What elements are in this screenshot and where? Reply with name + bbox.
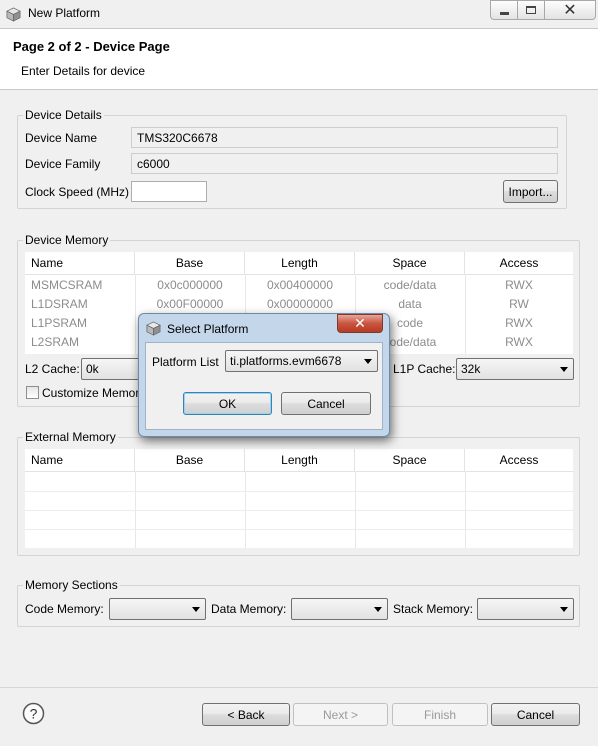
customize-memory-label: Customize Memor bbox=[42, 386, 140, 400]
cell-access: RW bbox=[509, 297, 529, 311]
column-header-base[interactable]: Base bbox=[135, 252, 245, 274]
close-icon: ✕ bbox=[563, 2, 577, 19]
back-button[interactable]: < Back bbox=[202, 703, 290, 726]
column-header-base[interactable]: Base bbox=[135, 449, 245, 471]
dialog-app-icon bbox=[146, 321, 161, 336]
chevron-down-icon bbox=[560, 607, 568, 612]
cell-name: MSMCSRAM bbox=[31, 278, 103, 292]
data-memory-label: Data Memory: bbox=[211, 602, 287, 616]
l1p-cache-label: L1P Cache: bbox=[393, 362, 456, 376]
column-header-space[interactable]: Space bbox=[355, 252, 465, 274]
dialog-body: Platform List ti.platforms.evm6678 OK Ca… bbox=[145, 342, 383, 430]
column-header-space[interactable]: Space bbox=[355, 449, 465, 471]
cell-space: code/data bbox=[383, 278, 437, 292]
cell-name: L1DSRAM bbox=[31, 297, 88, 311]
column-header-length[interactable]: Length bbox=[245, 252, 355, 274]
clock-speed-label: Clock Speed (MHz) bbox=[25, 185, 130, 199]
next-button-label: Next > bbox=[322, 707, 358, 722]
cell-base: 0x0c000000 bbox=[157, 278, 223, 292]
column-header-access[interactable]: Access bbox=[465, 252, 573, 274]
external-memory-label: External Memory bbox=[23, 430, 118, 444]
finish-button[interactable]: Finish bbox=[392, 703, 488, 726]
header-divider bbox=[25, 274, 573, 275]
minimize-button[interactable] bbox=[490, 0, 518, 20]
back-button-label: < Back bbox=[227, 707, 265, 722]
cancel-button[interactable]: Cancel bbox=[491, 703, 580, 726]
grid-line bbox=[25, 510, 573, 511]
customize-memory-checkbox[interactable] bbox=[26, 386, 39, 399]
grid-line bbox=[25, 529, 573, 530]
device-details-label: Device Details bbox=[23, 108, 104, 122]
header-divider bbox=[25, 471, 573, 472]
minimize-icon bbox=[499, 11, 509, 15]
dialog-cancel-button-label: Cancel bbox=[307, 396, 345, 411]
clock-speed-input[interactable] bbox=[131, 181, 207, 202]
import-button-label: Import... bbox=[508, 184, 553, 199]
close-button[interactable]: ✕ bbox=[544, 0, 596, 20]
cell-access: RWX bbox=[505, 316, 533, 330]
platform-list-value: ti.platforms.evm6678 bbox=[230, 354, 342, 368]
l1p-cache-value: 32k bbox=[461, 362, 481, 376]
dialog-close-button[interactable]: ✕ bbox=[337, 314, 383, 333]
ok-button[interactable]: OK bbox=[183, 392, 272, 415]
next-button[interactable]: Next > bbox=[293, 703, 388, 726]
cancel-button-label: Cancel bbox=[516, 707, 555, 722]
chevron-down-icon bbox=[560, 367, 568, 372]
table-row[interactable]: MSMCSRAM 0x0c000000 0x00400000 code/data… bbox=[25, 276, 573, 295]
l1p-cache-select[interactable]: 32k bbox=[456, 358, 574, 380]
column-header-name[interactable]: Name bbox=[25, 252, 135, 274]
table-row[interactable]: L1DSRAM 0x00F00000 0x00000000 data RW bbox=[25, 295, 573, 314]
finish-button-label: Finish bbox=[423, 707, 456, 722]
column-header-access[interactable]: Access bbox=[465, 449, 573, 471]
data-memory-select[interactable] bbox=[291, 598, 388, 620]
cell-name: L2SRAM bbox=[31, 335, 80, 349]
chevron-down-icon bbox=[374, 607, 382, 612]
cell-access: RWX bbox=[505, 278, 533, 292]
device-name-field[interactable]: TMS320C6678 bbox=[131, 127, 558, 148]
column-header-name[interactable]: Name bbox=[25, 449, 135, 471]
l2-cache-label: L2 Cache: bbox=[25, 362, 80, 376]
cell-access: RWX bbox=[505, 335, 533, 349]
app-icon bbox=[6, 7, 21, 22]
device-family-field[interactable]: c6000 bbox=[131, 153, 558, 174]
help-icon: ? bbox=[22, 702, 45, 725]
ok-button-label: OK bbox=[218, 396, 237, 411]
wizard-header: Page 2 of 2 - Device Page Enter Details … bbox=[0, 28, 598, 90]
cell-space: data bbox=[398, 297, 422, 311]
cell-base: 0x00F00000 bbox=[156, 297, 224, 311]
device-family-label: Device Family bbox=[25, 157, 101, 171]
footer-divider bbox=[0, 687, 598, 688]
l2-cache-value: 0k bbox=[86, 362, 99, 376]
platform-list-label: Platform List bbox=[152, 355, 219, 369]
page-title: Page 2 of 2 - Device Page bbox=[13, 39, 170, 54]
device-memory-label: Device Memory bbox=[23, 233, 111, 247]
import-button[interactable]: Import... bbox=[503, 180, 558, 203]
code-memory-select[interactable] bbox=[109, 598, 206, 620]
page-subtitle: Enter Details for device bbox=[21, 64, 146, 78]
maximize-button[interactable] bbox=[517, 0, 545, 20]
cell-length: 0x00400000 bbox=[266, 278, 334, 292]
maximize-icon bbox=[526, 6, 536, 14]
close-icon: ✕ bbox=[354, 315, 366, 331]
column-header-length[interactable]: Length bbox=[245, 449, 355, 471]
window-title: New Platform bbox=[28, 6, 101, 20]
stack-memory-select[interactable] bbox=[477, 598, 574, 620]
chevron-down-icon bbox=[364, 359, 372, 364]
select-platform-dialog: Select Platform ✕ Platform List ti.platf… bbox=[138, 313, 390, 437]
svg-text:?: ? bbox=[30, 706, 38, 722]
device-name-label: Device Name bbox=[25, 131, 98, 145]
dialog-title: Select Platform bbox=[167, 322, 249, 336]
help-button[interactable]: ? bbox=[22, 702, 45, 725]
cell-name: L1PSRAM bbox=[31, 316, 88, 330]
grid-line bbox=[25, 491, 573, 492]
external-memory-table[interactable]: Name Base Length Space Access bbox=[25, 449, 573, 548]
code-memory-label: Code Memory: bbox=[25, 602, 104, 616]
chevron-down-icon bbox=[192, 607, 200, 612]
title-bar: New Platform ✕ bbox=[0, 0, 598, 28]
dialog-cancel-button[interactable]: Cancel bbox=[281, 392, 371, 415]
cell-length: 0x00000000 bbox=[266, 297, 334, 311]
platform-list-select[interactable]: ti.platforms.evm6678 bbox=[225, 350, 378, 372]
memory-sections-label: Memory Sections bbox=[23, 578, 120, 592]
stack-memory-label: Stack Memory: bbox=[393, 602, 474, 616]
